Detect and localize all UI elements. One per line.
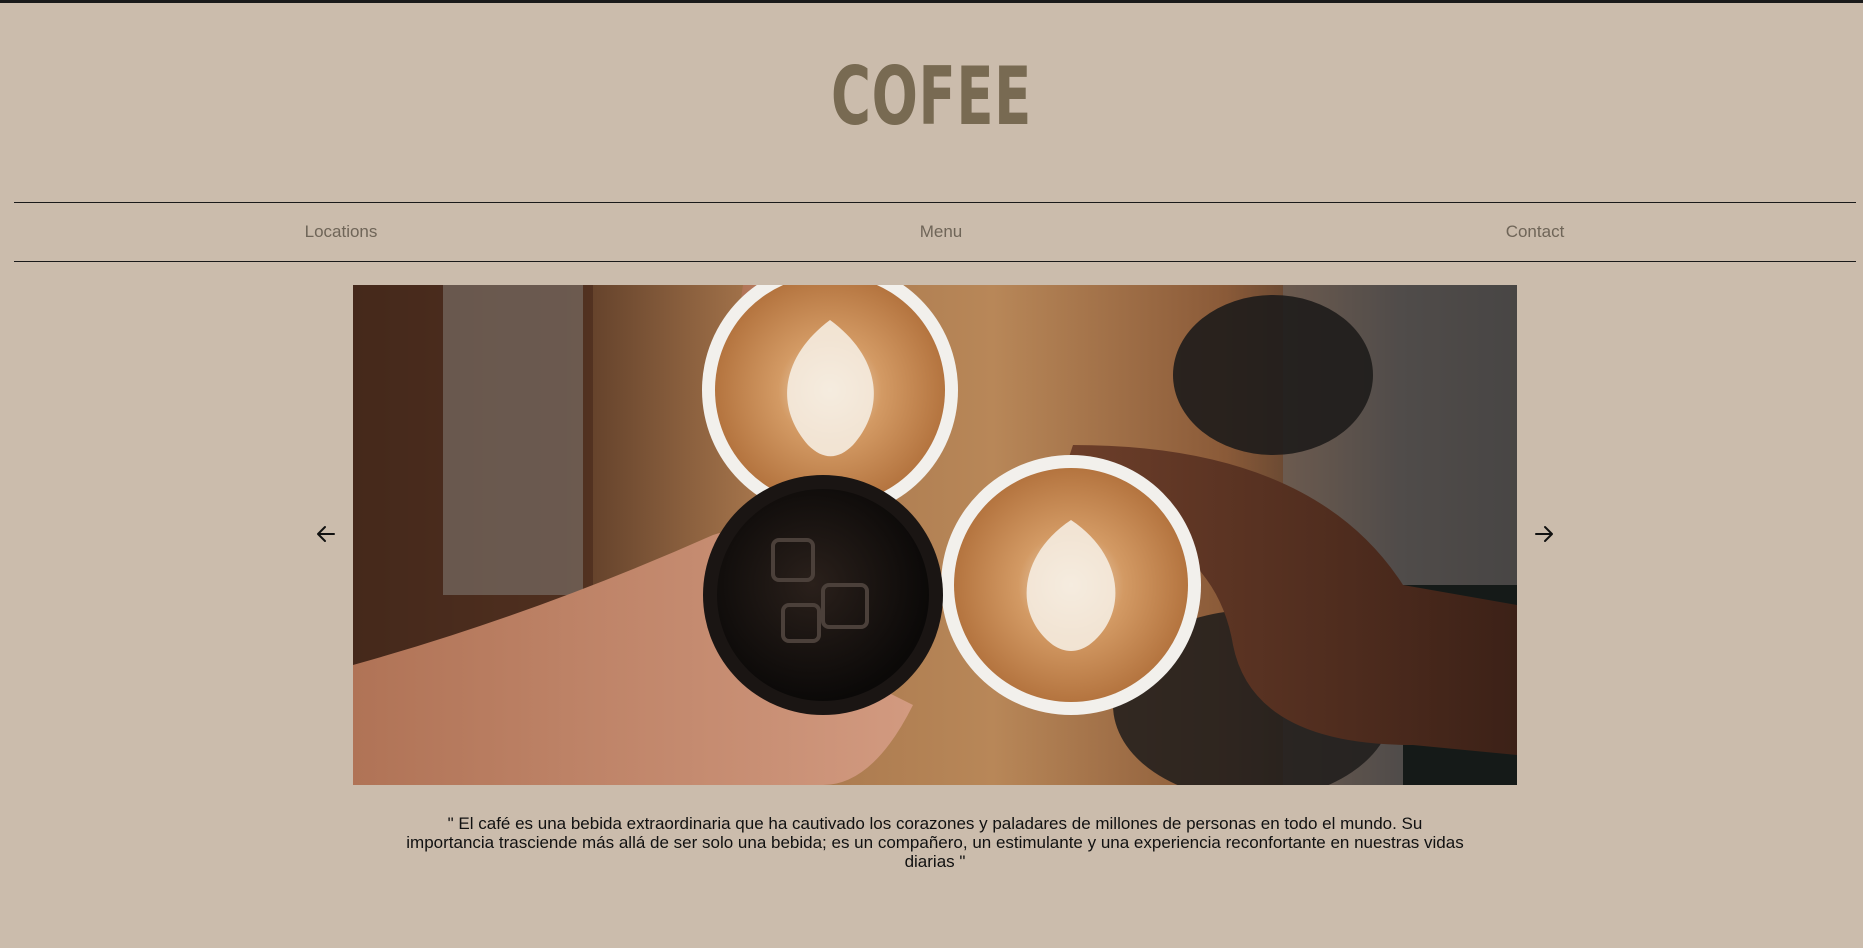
main-nav: Locations Menu Contact	[14, 202, 1856, 262]
nav-link-contact[interactable]: Contact	[1506, 203, 1565, 261]
top-border	[0, 0, 1863, 3]
arrow-left-icon	[317, 526, 335, 542]
arrow-right-icon	[1535, 526, 1553, 542]
hero-image	[353, 285, 1517, 785]
site-logo: COFEE	[830, 50, 1033, 143]
carousel-prev-button[interactable]	[308, 517, 344, 551]
nav-link-locations[interactable]: Locations	[305, 203, 378, 261]
coffee-cups-illustration	[353, 285, 1517, 785]
coffee-quote: " El café es una bebida extraordinaria q…	[406, 814, 1464, 871]
nav-link-menu[interactable]: Menu	[920, 203, 963, 261]
carousel-next-button[interactable]	[1526, 517, 1562, 551]
